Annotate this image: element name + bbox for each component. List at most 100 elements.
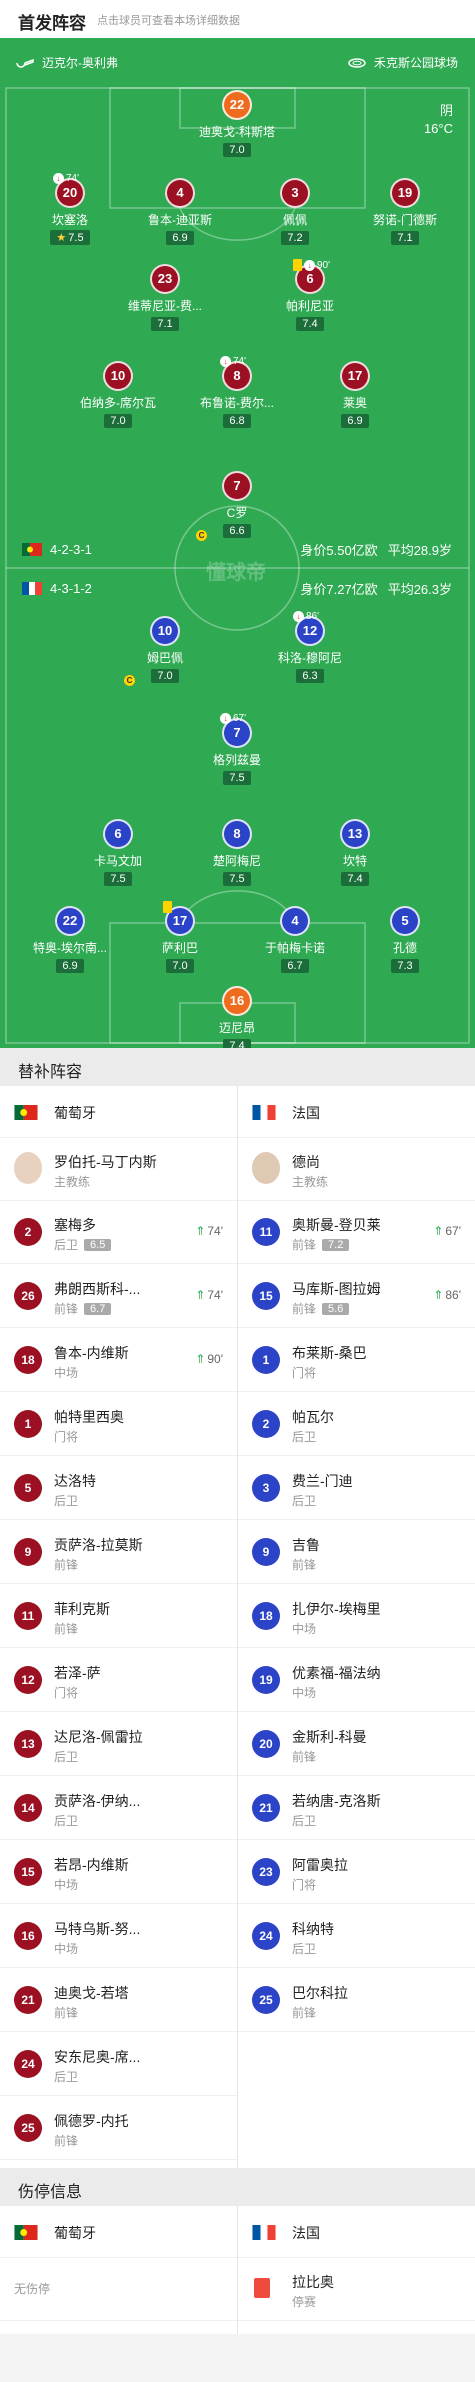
shirt-number: 3	[280, 178, 310, 208]
player-position-row: 后卫	[54, 1748, 78, 1765]
home-team-name: 葡萄牙	[54, 2225, 96, 2241]
away-sub-row[interactable]: 24 科纳特 后卫	[238, 1905, 475, 1968]
player-position: 后卫	[54, 1814, 79, 1828]
player-position: 门将	[54, 1686, 79, 1700]
home-sub-row[interactable]: 16 马特乌斯-努... 中场	[0, 1905, 237, 1968]
away-player[interactable]: 6 卡马文加 7.5	[73, 819, 163, 887]
away-coach-row[interactable]: 德尚 主教练	[238, 1138, 475, 1201]
away-injury-row[interactable]: 拉比奥 停赛	[238, 2258, 475, 2321]
home-sub-row[interactable]: 18 鲁本-内维斯 中场 ⇑ 90'	[0, 1329, 237, 1392]
player-position-row: 后卫	[54, 2068, 78, 2085]
away-sub-row[interactable]: 15 马库斯-图拉姆 前锋 5.6 ⇑ 86'	[238, 1265, 475, 1328]
away-coach-role: 主教练	[292, 1175, 329, 1189]
home-player[interactable]: 7 C C罗 6.6	[192, 471, 282, 541]
away-player[interactable]: 16 迈尼昂 7.4	[192, 986, 282, 1048]
home-sub-row[interactable]: 21 迪奥戈-若塔 前锋	[0, 1969, 237, 2032]
away-sub-row[interactable]: 25 巴尔科拉 前锋	[238, 1969, 475, 2032]
away-sub-row[interactable]: 19 优素福-福法纳 中场	[238, 1649, 475, 1712]
player-rating: 7.0	[223, 143, 251, 157]
shirt-number: 4	[280, 906, 310, 936]
player-position-row: 前锋	[54, 2004, 78, 2021]
home-player[interactable]: 6 ↓ 90' 帕利尼亚 7.4	[265, 259, 355, 332]
shirt-number: 20	[252, 1730, 280, 1758]
subs-section-header: 替补阵容	[0, 1048, 475, 1086]
home-player[interactable]: 19 努诺-门德斯 7.1	[360, 178, 450, 246]
player-position: 后卫	[54, 1750, 79, 1764]
away-player[interactable]: 5 孔德 7.3	[360, 906, 450, 974]
home-player[interactable]: 3 佩佩 7.2	[250, 178, 340, 246]
home-sub-row[interactable]: 26 弗朗西斯科-... 前锋 6.7 ⇑ 74'	[0, 1265, 237, 1328]
home-player[interactable]: 20↓74'坎塞洛7.5	[25, 173, 115, 246]
away-sub-row[interactable]: 20 金斯利-科曼 前锋	[238, 1713, 475, 1776]
away-sub-row[interactable]: 2 帕瓦尔 后卫	[238, 1393, 475, 1456]
home-coach-row[interactable]: 罗伯托-马丁内斯 主教练	[0, 1138, 237, 1201]
player-position-row: 中场	[54, 1876, 78, 1893]
shirt-number: 9	[14, 1538, 42, 1566]
away-player[interactable]: 13 坎特 7.4	[310, 819, 400, 887]
player-position: 前锋	[292, 1750, 317, 1764]
away-player[interactable]: 8 楚阿梅尼 7.5	[192, 819, 282, 887]
home-player[interactable]: 8 ↓ 74' 布鲁诺-费尔... 6.8	[192, 356, 282, 429]
shirt-number: 10	[103, 361, 133, 391]
away-player[interactable]: 7 ↓ 67' 格列兹曼 7.5	[192, 713, 282, 786]
away-sub-row[interactable]: 18 扎伊尔-埃梅里 中场	[238, 1585, 475, 1648]
player-name: 菲利克斯	[54, 1601, 110, 1617]
away-sub-row[interactable]: 11 奥斯曼-登贝莱 前锋 7.2 ⇑ 67'	[238, 1201, 475, 1264]
away-sub-row[interactable]: 21 若纳唐-克洛斯 后卫	[238, 1777, 475, 1840]
home-sub-row[interactable]: 12 若泽-萨 门将	[0, 1649, 237, 1712]
shirt-number: 1	[14, 1410, 42, 1438]
home-player[interactable]: 22 迪奥戈-科斯塔 7.0	[192, 90, 282, 158]
shirt-number: 3	[252, 1474, 280, 1502]
away-player[interactable]: 4 于帕梅卡诺 6.7	[250, 906, 340, 974]
away-sub-row[interactable]: 3 费兰-门迪 后卫	[238, 1457, 475, 1520]
away-player[interactable]: 12 ↓ 86' 科洛-穆阿尼 6.3	[265, 611, 355, 684]
away-sub-row[interactable]: 9 吉鲁 前锋	[238, 1521, 475, 1584]
player-rating: 6.6	[223, 524, 251, 538]
home-sub-row[interactable]: 9 贡萨洛-拉莫斯 前锋	[0, 1521, 237, 1584]
player-position: 前锋	[292, 1238, 317, 1252]
home-sub-row[interactable]: 1 帕特里西奥 门将	[0, 1393, 237, 1456]
player-name: 若泽-萨	[54, 1665, 101, 1681]
home-sub-row[interactable]: 15 若昂-内维斯 中场	[0, 1841, 237, 1904]
sub-in-info: ⇑ 86'	[433, 1288, 461, 1302]
shirt-number: 8	[222, 819, 252, 849]
shirt-number: 2	[252, 1410, 280, 1438]
home-injury-row: 无伤停	[0, 2258, 237, 2321]
player-name: 达尼洛-佩雷拉	[54, 1729, 143, 1745]
player-position: 后卫	[54, 1494, 79, 1508]
shirt-number: 22	[55, 906, 85, 936]
sub-in-icon: ⇑	[195, 1288, 206, 1302]
player-name: 坎塞洛	[51, 213, 88, 227]
away-sub-row[interactable]: 23 阿雷奥拉 门将	[238, 1841, 475, 1904]
home-player[interactable]: 10 伯纳多-席尔瓦 7.0	[73, 361, 163, 429]
shirt-number: 15	[252, 1282, 280, 1310]
away-player[interactable]: 22 特奥-埃尔南... 6.9	[25, 906, 115, 974]
player-name: 弗朗西斯科-...	[54, 1281, 141, 1297]
player-position-row: 前锋	[292, 1556, 316, 1573]
player-name: 若纳唐-克洛斯	[292, 1793, 381, 1809]
player-rating: 7.4	[223, 1039, 251, 1048]
player-position: 后卫	[292, 1814, 317, 1828]
home-sub-row[interactable]: 11 菲利克斯 前锋	[0, 1585, 237, 1648]
player-rating: 7.5	[223, 771, 251, 785]
home-sub-row[interactable]: 2 塞梅多 后卫 6.5 ⇑ 74'	[0, 1201, 237, 1264]
player-name: 马库斯-图拉姆	[292, 1281, 381, 1297]
sub-in-info: ⇑ 74'	[195, 1224, 223, 1238]
home-sub-row[interactable]: 13 达尼洛-佩雷拉 后卫	[0, 1713, 237, 1776]
home-sub-row[interactable]: 14 贡萨洛-伊纳... 后卫	[0, 1777, 237, 1840]
home-player[interactable]: 4 鲁本-迪亚斯 6.9	[135, 178, 225, 246]
shirt-number: 16	[222, 986, 252, 1016]
away-sub-row[interactable]: 1 布莱斯-桑巴 门将	[238, 1329, 475, 1392]
home-player[interactable]: 23 维蒂尼亚-费... 7.1	[120, 264, 210, 332]
home-player[interactable]: 17 莱奥 6.9	[310, 361, 400, 429]
away-player[interactable]: 17 萨利巴 7.0	[135, 901, 225, 974]
away-player[interactable]: 10 C 姆巴佩 7.0	[120, 616, 210, 686]
home-sub-row[interactable]: 24 安东尼奥-席... 后卫	[0, 2033, 237, 2096]
away-team-name: 法国	[292, 2225, 320, 2241]
home-sub-row[interactable]: 5 达洛特 后卫	[0, 1457, 237, 1520]
player-name: 帕特里西奥	[54, 1409, 124, 1425]
player-rating: 7.1	[151, 317, 179, 331]
home-sub-row[interactable]: 25 佩德罗-内托 前锋	[0, 2097, 237, 2160]
player-position: 前锋	[292, 1558, 317, 1572]
player-name: 伯纳多-席尔瓦	[80, 396, 156, 410]
